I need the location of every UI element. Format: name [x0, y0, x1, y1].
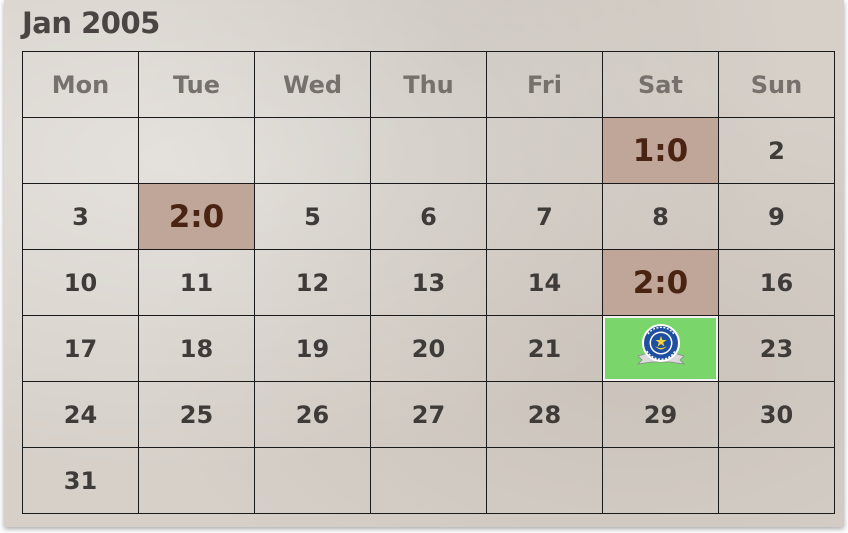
day-cell[interactable]: 11	[138, 249, 255, 316]
day-cell[interactable]: 27	[370, 381, 487, 448]
match-score-cell[interactable]: 1:0	[602, 117, 719, 184]
day-cell[interactable]: 12	[254, 249, 371, 316]
day-cell[interactable]: 18	[138, 315, 255, 382]
day-cell[interactable]: 24	[22, 381, 139, 448]
weekday-wed: Wed	[254, 51, 371, 118]
weekday-sat: Sat	[602, 51, 719, 118]
day-cell[interactable]: 13	[370, 249, 487, 316]
day-cell[interactable]: 14	[486, 249, 603, 316]
day-cell[interactable]: 6	[370, 183, 487, 250]
portsmouth-fc-crest-icon	[634, 322, 688, 376]
day-cell[interactable]: 17	[22, 315, 139, 382]
weekday-thu: Thu	[370, 51, 487, 118]
day-cell[interactable]: 10	[22, 249, 139, 316]
day-cell-empty	[254, 117, 371, 184]
week-row: 3 2:0 5 6 7 8 9	[22, 183, 835, 250]
day-cell-empty	[254, 447, 371, 514]
day-cell[interactable]: 2	[718, 117, 835, 184]
day-cell[interactable]: 9	[718, 183, 835, 250]
day-cell[interactable]: 31	[22, 447, 139, 514]
day-cell-empty	[22, 117, 139, 184]
day-cell-empty	[138, 447, 255, 514]
day-cell[interactable]: 5	[254, 183, 371, 250]
day-cell[interactable]: 16	[718, 249, 835, 316]
week-row: 17 18 19 20 21 23	[22, 315, 835, 382]
weekday-fri: Fri	[486, 51, 603, 118]
weekday-mon: Mon	[22, 51, 139, 118]
day-cell[interactable]: 25	[138, 381, 255, 448]
week-row: 1:0 2	[22, 117, 835, 184]
weekday-header-row: Mon Tue Wed Thu Fri Sat Sun	[22, 51, 835, 118]
day-cell-empty	[602, 447, 719, 514]
day-cell[interactable]: 20	[370, 315, 487, 382]
weekday-sun: Sun	[718, 51, 835, 118]
day-cell[interactable]: 8	[602, 183, 719, 250]
day-cell[interactable]: 7	[486, 183, 603, 250]
day-cell-empty	[486, 447, 603, 514]
match-score-cell[interactable]: 2:0	[138, 183, 255, 250]
day-cell[interactable]: 30	[718, 381, 835, 448]
week-row: 10 11 12 13 14 2:0 16	[22, 249, 835, 316]
day-cell[interactable]: 28	[486, 381, 603, 448]
day-cell-empty	[138, 117, 255, 184]
match-score-cell[interactable]: 2:0	[602, 249, 719, 316]
day-cell[interactable]: 3	[22, 183, 139, 250]
day-cell[interactable]: 19	[254, 315, 371, 382]
day-cell[interactable]: 21	[486, 315, 603, 382]
day-cell[interactable]: 26	[254, 381, 371, 448]
day-cell-empty	[370, 447, 487, 514]
day-cell-empty	[718, 447, 835, 514]
day-cell-empty	[486, 117, 603, 184]
day-cell-empty	[370, 117, 487, 184]
highlighted-match-cell[interactable]	[602, 315, 719, 382]
calendar-grid: Mon Tue Wed Thu Fri Sat Sun 1:0 2 3 2:0 …	[22, 51, 835, 514]
calendar-card: Jan 2005 Mon Tue Wed Thu Fri Sat Sun 1:0…	[4, 0, 844, 527]
week-row: 31	[22, 447, 835, 514]
day-cell[interactable]: 29	[602, 381, 719, 448]
calendar-title: Jan 2005	[22, 6, 160, 40]
weekday-tue: Tue	[138, 51, 255, 118]
week-row: 24 25 26 27 28 29 30	[22, 381, 835, 448]
day-cell[interactable]: 23	[718, 315, 835, 382]
